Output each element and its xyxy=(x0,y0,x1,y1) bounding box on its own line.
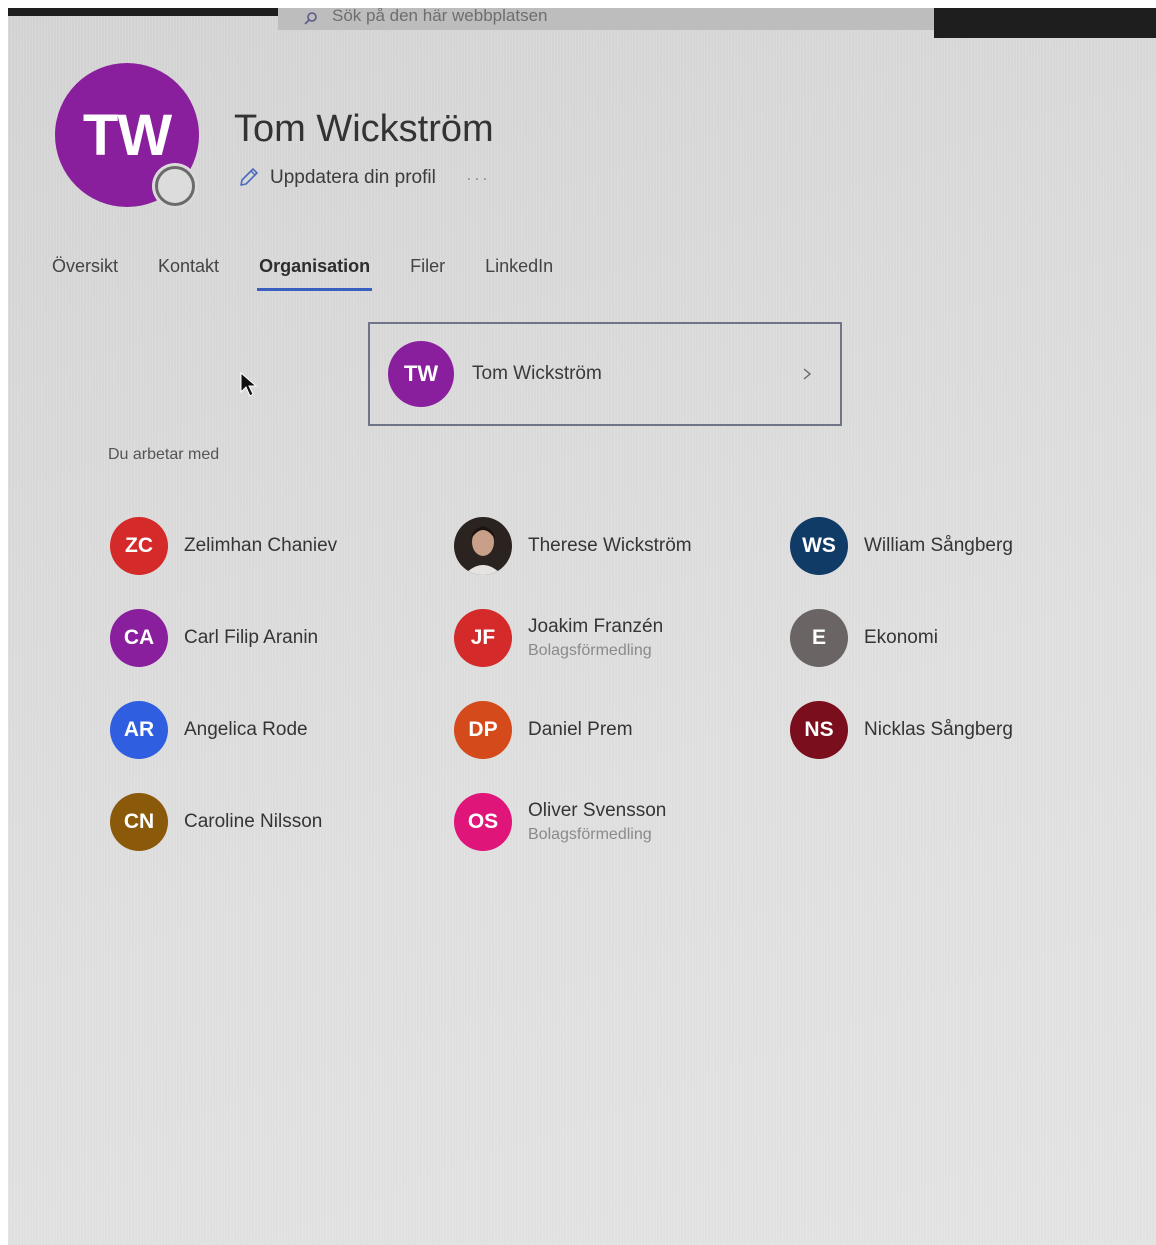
person-card[interactable]: CN Caroline Nilsson xyxy=(110,776,454,868)
person-initials: OS xyxy=(467,810,499,833)
person-initials: ZC xyxy=(125,534,153,557)
person-avatar: AR xyxy=(110,701,168,759)
person-avatar: ZC xyxy=(110,517,168,575)
person-card[interactable]: OS Oliver Svensson Bolagsförmedling xyxy=(454,776,790,868)
person-avatar: JF xyxy=(454,609,512,667)
person-card[interactable]: NS Nicklas Sångberg xyxy=(790,684,1090,776)
person-name: William Sångberg xyxy=(864,535,1013,556)
person-name: Angelica Rode xyxy=(184,719,308,740)
person-name: Caroline Nilsson xyxy=(184,811,323,832)
person-initials: NS xyxy=(804,718,834,741)
person-avatar: E xyxy=(790,609,848,667)
person-name: Carl Filip Aranin xyxy=(184,627,319,648)
top-bar xyxy=(8,8,278,16)
presence-status-icon xyxy=(155,166,195,206)
person-card[interactable]: ZC Zelimhan Chaniev xyxy=(110,500,454,592)
more-options-icon[interactable]: ··· xyxy=(466,168,490,189)
person-initials: CN xyxy=(123,810,155,833)
person-initials: DP xyxy=(468,718,498,741)
profile-page: Sök på den här webbplatsen TW Tom Wickst… xyxy=(8,8,1156,1245)
person-card[interactable]: WS William Sångberg xyxy=(790,500,1090,592)
person-card[interactable]: AR Angelica Rode xyxy=(110,684,454,776)
update-profile-label[interactable]: Uppdatera din profil xyxy=(270,167,436,189)
manager-avatar: TW xyxy=(388,341,454,407)
person-photo xyxy=(454,517,512,575)
person-card[interactable]: JF Joakim Franzén Bolagsförmedling xyxy=(454,592,790,684)
person-name: Therese Wickström xyxy=(528,535,692,556)
person-avatar: CN xyxy=(110,793,168,851)
person-name: Daniel Prem xyxy=(528,719,633,740)
person-avatar: NS xyxy=(790,701,848,759)
update-profile-link[interactable]: Uppdatera din profil ··· xyxy=(236,166,490,190)
profile-tabs: Översikt Kontakt Organisation Filer Link… xyxy=(52,252,593,291)
person-avatar: OS xyxy=(454,793,512,851)
tab-filer[interactable]: Filer xyxy=(410,252,445,291)
person-photo-image xyxy=(454,517,512,575)
person-name: Zelimhan Chaniev xyxy=(184,535,338,556)
person-avatar: WS xyxy=(790,517,848,575)
pencil-icon xyxy=(240,168,258,186)
person-name: Oliver Svensson xyxy=(528,800,667,821)
search-input[interactable]: Sök på den här webbplatsen xyxy=(332,8,548,26)
person-avatar: DP xyxy=(454,701,512,759)
person-initials: E xyxy=(811,626,826,649)
mouse-cursor-icon xyxy=(240,372,258,397)
person-card[interactable]: DP Daniel Prem xyxy=(454,684,790,776)
manager-initials: TW xyxy=(403,361,439,386)
site-search[interactable]: Sök på den här webbplatsen xyxy=(278,8,934,30)
tab-organisation[interactable]: Organisation xyxy=(257,252,373,291)
person-card[interactable]: CA Carl Filip Aranin xyxy=(110,592,454,684)
person-initials: CA xyxy=(123,626,155,649)
person-card[interactable]: E Ekonomi xyxy=(790,592,1090,684)
person-initials: WS xyxy=(802,534,836,557)
person-initials: AR xyxy=(123,718,155,741)
works-with-heading: Du arbetar med xyxy=(108,446,220,463)
chevron-right-icon xyxy=(803,368,812,380)
tab-kontakt[interactable]: Kontakt xyxy=(158,252,219,291)
manager-name: Tom Wickström xyxy=(472,363,602,384)
person-initials: JF xyxy=(470,626,496,649)
tab-oversikt[interactable]: Översikt xyxy=(52,252,118,291)
person-card[interactable]: Therese Wickström xyxy=(454,500,790,592)
person-name: Nicklas Sångberg xyxy=(864,719,1013,740)
person-name: Joakim Franzén xyxy=(528,616,664,637)
search-icon xyxy=(304,12,317,25)
person-name: Ekonomi xyxy=(864,627,938,648)
people-grid: ZC Zelimhan Chaniev Therese Wickström WS… xyxy=(110,500,1090,868)
person-department: Bolagsförmedling xyxy=(528,826,652,843)
person-avatar: CA xyxy=(110,609,168,667)
manager-card[interactable]: TW Tom Wickström xyxy=(368,322,842,426)
top-bar-right xyxy=(934,8,1156,38)
profile-name: Tom Wickström xyxy=(234,108,494,150)
person-department: Bolagsförmedling xyxy=(528,642,652,659)
tab-linkedin[interactable]: LinkedIn xyxy=(485,252,553,291)
profile-avatar-initials: TW xyxy=(82,102,172,168)
